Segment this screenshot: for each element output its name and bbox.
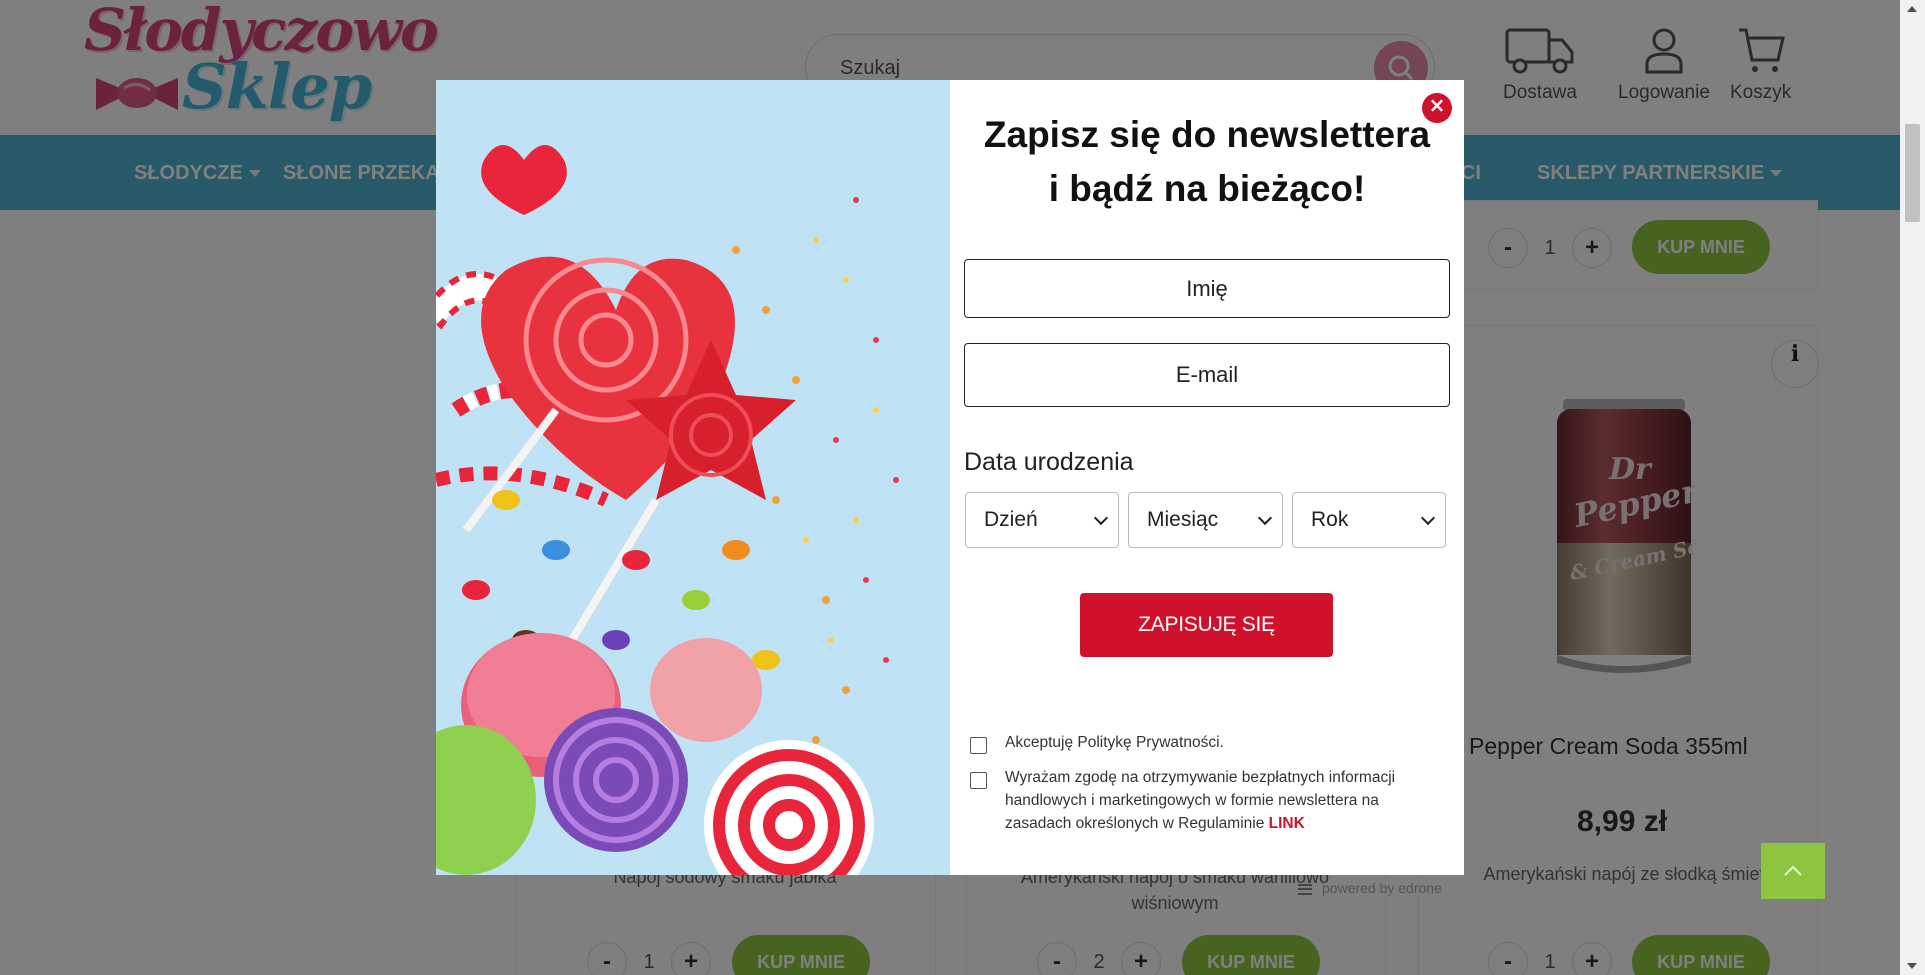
- powered-by-label: powered by edrone: [1322, 880, 1442, 896]
- back-to-top-button[interactable]: [1761, 843, 1825, 899]
- day-select-value: Dzień: [984, 508, 1038, 531]
- month-select[interactable]: Miesiąc: [1128, 492, 1283, 548]
- title-line: i bądź na bieżąco!: [1048, 168, 1366, 209]
- powered-by-edrone[interactable]: powered by edrone: [1298, 880, 1442, 896]
- day-select[interactable]: Dzień: [965, 492, 1119, 548]
- marketing-consent-label: Wyrażam zgodę na otrzymywanie bezpłatnyc…: [1005, 769, 1396, 832]
- chevron-down-icon: [1257, 510, 1273, 526]
- candy-illustration: [436, 80, 950, 875]
- scroll-up-icon[interactable]: [1907, 6, 1917, 12]
- email-field[interactable]: E-mail: [964, 343, 1450, 407]
- subscribe-button[interactable]: ZAPISUJĘ SIĘ: [1080, 593, 1333, 657]
- privacy-consent-text: Akceptuję Politykę Prywatności.: [1005, 734, 1224, 751]
- regulations-link[interactable]: LINK: [1269, 815, 1305, 832]
- newsletter-modal: Zapisz się do newslettera i bądź na bież…: [436, 80, 1464, 875]
- scroll-down-icon[interactable]: [1907, 963, 1917, 969]
- privacy-checkbox[interactable]: [970, 737, 987, 754]
- modal-title: Zapisz się do newslettera i bądź na bież…: [970, 108, 1444, 216]
- menu-icon: [1298, 883, 1312, 895]
- marketing-checkbox[interactable]: [970, 772, 987, 789]
- year-select-value: Rok: [1311, 508, 1349, 531]
- page-scrollbar[interactable]: [1900, 0, 1925, 975]
- chevron-down-icon: [1093, 510, 1109, 526]
- month-select-value: Miesiąc: [1147, 508, 1219, 531]
- title-line: Zapisz się do newslettera: [983, 114, 1431, 155]
- candy-image: [436, 80, 950, 875]
- marketing-consent-text: Wyrażam zgodę na otrzymywanie bezpłatnyc…: [1005, 766, 1445, 835]
- name-input[interactable]: Imię: [964, 259, 1450, 318]
- newsletter-form: Zapisz się do newslettera i bądź na bież…: [950, 80, 1464, 875]
- chevron-down-icon: [1420, 510, 1436, 526]
- chevron-up-icon: [1784, 865, 1802, 876]
- year-select[interactable]: Rok: [1292, 492, 1446, 548]
- birthdate-label: Data urodzenia: [964, 448, 1134, 476]
- scrollbar-thumb[interactable]: [1905, 124, 1920, 222]
- close-icon[interactable]: ×: [1422, 93, 1452, 123]
